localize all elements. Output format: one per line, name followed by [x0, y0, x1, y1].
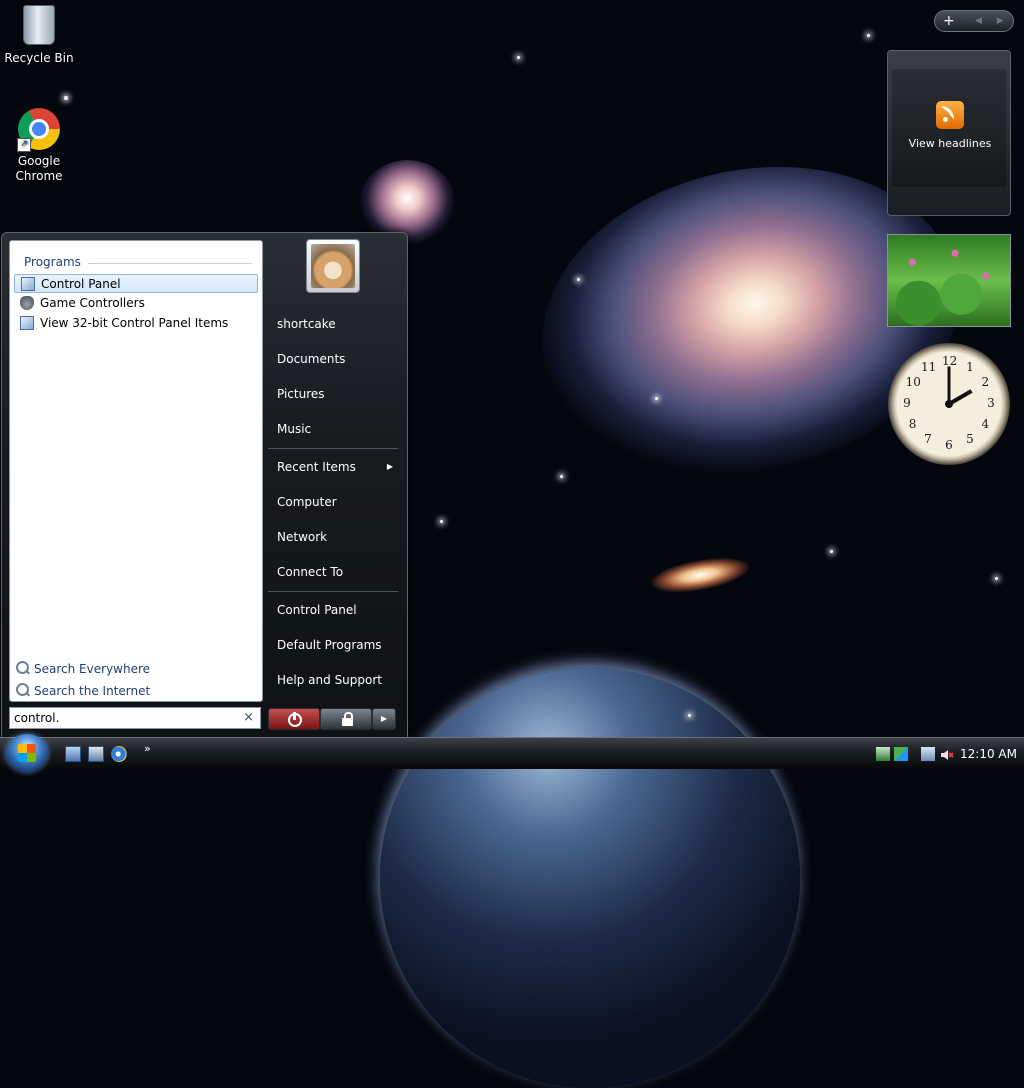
- add-gadget-button[interactable]: +: [943, 11, 955, 31]
- lock-icon: [342, 712, 353, 726]
- star: [867, 34, 870, 37]
- clock-number: 6: [945, 438, 953, 452]
- feed-headlines-gadget[interactable]: View headlines: [887, 50, 1011, 216]
- menu-item-music[interactable]: Music: [268, 414, 398, 444]
- start-button[interactable]: [6, 734, 48, 772]
- clock-number: 9: [903, 396, 911, 410]
- menu-item-connect-to[interactable]: Connect To: [268, 557, 398, 587]
- menu-item-default-programs[interactable]: Default Programs: [268, 630, 398, 660]
- network-status-icon[interactable]: [876, 747, 890, 761]
- star: [830, 550, 833, 553]
- menu-item-help-and-support[interactable]: Help and Support: [268, 665, 398, 695]
- power-button[interactable]: [268, 708, 320, 730]
- star: [440, 520, 443, 523]
- menu-item-recent-items[interactable]: Recent Items ▶: [268, 452, 398, 482]
- shortcut-arrow-icon: ↗: [17, 138, 31, 152]
- cat-avatar-image: [311, 244, 355, 288]
- desktop-icon-label: Google Chrome: [15, 154, 63, 183]
- result-label: Game Controllers: [40, 296, 145, 310]
- result-control-panel[interactable]: Control Panel: [14, 274, 258, 293]
- start-search-input[interactable]: [14, 710, 234, 726]
- clock-center-pin: [945, 400, 953, 408]
- menu-separator: [268, 591, 398, 592]
- control-panel-icon: [21, 277, 35, 291]
- menu-item-computer[interactable]: Computer: [268, 487, 398, 517]
- view-headlines-label: View headlines: [908, 137, 992, 150]
- menu-item-label: Recent Items: [277, 460, 356, 474]
- start-menu-results-pane: Programs Control Panel Game Controllers …: [9, 240, 263, 702]
- menu-item-user[interactable]: shortcake: [268, 309, 398, 339]
- star: [655, 397, 658, 400]
- clock-number: 1: [966, 359, 974, 374]
- clear-search-icon[interactable]: ×: [243, 710, 254, 726]
- menu-item-network[interactable]: Network: [268, 522, 398, 552]
- submenu-arrow-icon: ▶: [386, 462, 393, 471]
- menu-item-control-panel[interactable]: Control Panel: [268, 595, 398, 625]
- windows-defender-icon[interactable]: [894, 747, 908, 761]
- show-desktop-icon[interactable]: [65, 746, 81, 762]
- search-internet-link[interactable]: Search the Internet: [16, 682, 150, 700]
- menu-separator: [268, 448, 398, 449]
- lock-button[interactable]: [320, 708, 372, 730]
- arrow-right-icon: ▶: [380, 714, 388, 723]
- menu-item-pictures[interactable]: Pictures: [268, 379, 398, 409]
- search-icon: [16, 661, 29, 674]
- menu-item-documents[interactable]: Documents: [268, 344, 398, 374]
- star: [995, 577, 998, 580]
- taskbar: » 12:10 AM: [0, 734, 1024, 772]
- taskbar-clock[interactable]: 12:10 AM: [960, 747, 1017, 761]
- clock-number: 7: [924, 432, 932, 447]
- search-link-label: Search the Internet: [34, 684, 151, 698]
- planet-horizon: [380, 668, 800, 1088]
- distant-galaxy: [648, 551, 752, 599]
- results-group-header: Programs: [24, 255, 81, 269]
- start-menu: Programs Control Panel Game Controllers …: [1, 232, 408, 739]
- rss-feed-icon: [936, 101, 964, 129]
- power-icon: [288, 712, 302, 727]
- recycle-bin-icon: [17, 5, 61, 49]
- game-controller-icon: [20, 296, 34, 310]
- desktop-icon-recycle-bin[interactable]: Recycle Bin: [1, 2, 77, 66]
- internet-explorer-icon[interactable]: [111, 746, 127, 762]
- clock-number: 5: [966, 432, 974, 447]
- search-link-label: Search Everywhere: [34, 662, 150, 676]
- quick-launch-overflow-button[interactable]: »: [144, 742, 151, 755]
- shutdown-options-button[interactable]: ▶: [372, 708, 396, 730]
- clock-number: 2: [981, 375, 990, 389]
- switch-windows-icon[interactable]: [88, 746, 104, 762]
- group-divider: [88, 263, 252, 264]
- search-icon: [16, 683, 29, 696]
- clock-gadget[interactable]: 12 1 2 3 4 5 6 7 8 9 10 11: [888, 343, 1010, 465]
- star: [560, 475, 563, 478]
- display-icon[interactable]: [921, 747, 935, 761]
- gadget-page-nav[interactable]: ◀ ▶: [975, 11, 1010, 31]
- desktop-icon-google-chrome[interactable]: ↗ Google Chrome: [1, 108, 77, 184]
- result-label: Control Panel: [41, 277, 121, 291]
- desktop-icon-label: Recycle Bin: [4, 51, 74, 65]
- clock-number: 11: [921, 359, 937, 374]
- sidebar-controls: + ◀ ▶: [934, 10, 1014, 32]
- windows-logo-icon: [18, 744, 36, 762]
- slideshow-gadget[interactable]: [887, 234, 1011, 327]
- clock-number: 4: [981, 417, 990, 431]
- user-avatar[interactable]: [306, 239, 360, 293]
- search-everywhere-link[interactable]: Search Everywhere: [16, 660, 150, 678]
- power-controls: ▶: [268, 708, 396, 730]
- volume-muted-icon[interactable]: [940, 747, 954, 761]
- star: [577, 278, 580, 281]
- clock-number: 8: [908, 417, 917, 431]
- start-search-box[interactable]: ×: [9, 707, 261, 729]
- minute-hand: [947, 366, 951, 404]
- control-panel-icon: [20, 316, 34, 330]
- result-game-controllers[interactable]: Game Controllers: [14, 294, 258, 313]
- star: [517, 56, 520, 59]
- star: [64, 96, 68, 100]
- clock-number: 3: [987, 396, 995, 410]
- chrome-icon: ↗: [17, 108, 61, 152]
- result-label: View 32-bit Control Panel Items: [40, 316, 229, 330]
- clock-number: 10: [905, 375, 921, 389]
- star: [688, 714, 691, 717]
- result-view-32bit-control-panel-items[interactable]: View 32-bit Control Panel Items: [14, 314, 258, 333]
